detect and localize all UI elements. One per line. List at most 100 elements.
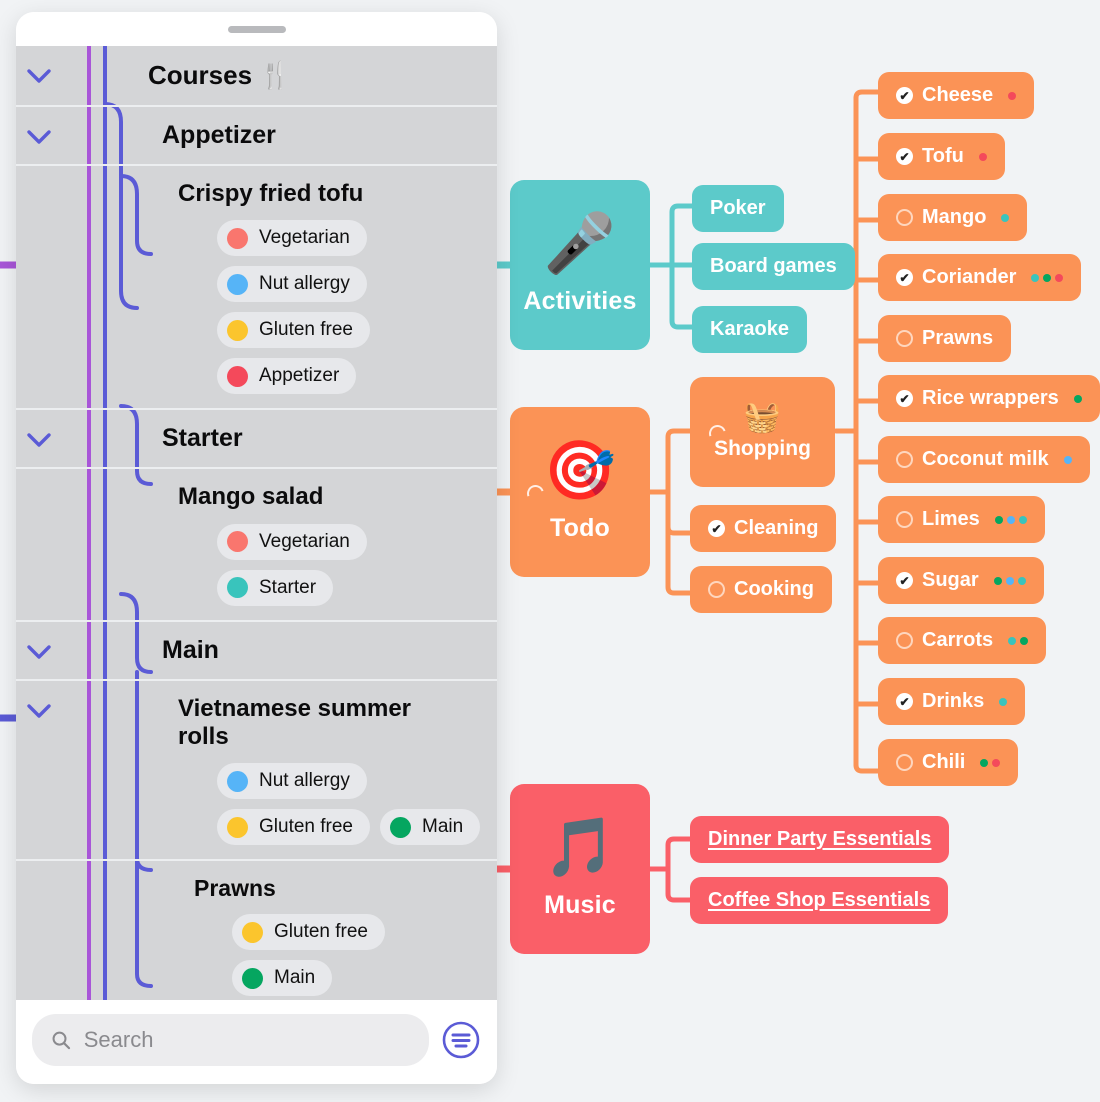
tag-pill[interactable]: Nut allergy [217,763,367,800]
tag-dot [1063,455,1072,464]
shopping-item-sugar[interactable]: ✔ Sugar [878,557,1044,604]
search-input[interactable] [83,1027,411,1053]
outline-row-prawns[interactable]: Prawns Gluten free Main [16,861,497,1000]
shopping-item-tofu[interactable]: ✔ Tofu [878,133,1005,180]
checkbox-unchecked[interactable] [896,209,913,226]
tag-label: Appetizer [259,365,340,387]
outline-row-title: Vietnamese summer rolls [178,694,412,750]
shopping-item-mango[interactable]: Mango [878,194,1028,241]
chevron-down-icon[interactable] [16,410,62,448]
mindmap-node-poker[interactable]: Poker [692,185,784,232]
tag-dots [993,576,1026,585]
filter-icon[interactable] [441,1020,481,1060]
node-label: Poker [710,197,766,219]
mindmap-node-todo[interactable]: 🎯 Todo [510,407,650,577]
tag-label: Vegetarian [259,227,350,249]
mindmap-node-cleaning[interactable]: ✔ Cleaning [690,505,837,552]
mindmap-node-shopping[interactable]: 🧺 Shopping [690,377,835,487]
tag-pill[interactable]: Starter [217,569,334,606]
checkbox-unchecked[interactable] [896,754,913,771]
chevron-down-icon[interactable] [16,46,62,84]
outline-row-courses[interactable]: Courses 🍴 [16,46,497,107]
tag-pill[interactable]: Vegetarian [217,523,367,560]
tag-pill[interactable]: Main [380,809,481,846]
outline-row-title: Appetizer [162,121,276,149]
search-bar[interactable] [16,1000,497,1084]
shopping-item-prawns[interactable]: Prawns [878,315,1012,362]
outline-row-vietnamese-summer-rolls[interactable]: Vietnamese summer rolls Nut allergy Gluten… [16,681,497,862]
checkbox-checked[interactable]: ✔ [896,390,913,407]
chevron-down-icon[interactable] [16,107,62,145]
mindmap-node-karaoke[interactable]: Karaoke [692,306,807,353]
tag-dot [1006,515,1015,524]
tag-color-swatch [227,770,248,792]
checkbox-unchecked[interactable] [896,330,913,347]
tag-dots [999,697,1008,706]
tag-pill[interactable]: Nut allergy [217,266,367,303]
node-label: Cheese [922,84,994,106]
shopping-item-limes[interactable]: Limes [878,496,1045,543]
outline-row-title: Main [162,635,219,664]
tag-dots [1031,273,1064,282]
outline-row-main[interactable]: Main [16,622,497,681]
checkbox-unchecked[interactable] [896,451,913,468]
outline-tree[interactable]: Courses 🍴 Appetizer Crispy fried tofu Veget… [16,46,497,1000]
outline-row-title: Mango salad [178,483,324,511]
checkbox-checked[interactable]: ✔ [896,269,913,286]
search-field[interactable] [32,1014,429,1066]
tag-pill[interactable]: Appetizer [217,358,357,395]
outline-panel[interactable]: Courses 🍴 Appetizer Crispy fried tofu Veget… [16,12,497,1084]
outline-row-title: Prawns [194,875,276,902]
shopping-item-chili[interactable]: Chili [878,739,1019,786]
tag-pill[interactable]: Gluten free [217,312,370,349]
tag-color-swatch [227,273,248,295]
tag-dots [1073,394,1082,403]
tag-pill[interactable]: Main [232,960,333,997]
mindmap-node-board-games[interactable]: Board games [692,243,855,290]
node-link-label[interactable]: Dinner Party Essentials [708,828,931,851]
outline-row-crispy-fried-tofu[interactable]: Crispy fried tofu Vegetarian Nut allergy Gl… [16,166,497,411]
drag-handle[interactable] [227,25,286,33]
tag-pill[interactable]: Vegetarian [217,220,367,257]
outline-row-body: Main [62,622,483,679]
chevron-down-icon[interactable] [16,622,62,660]
outline-row-mango-salad[interactable]: Mango salad Vegetarian Starter [16,469,497,622]
tag-label: Vegetarian [259,530,350,552]
checkbox-unchecked[interactable] [896,511,913,528]
tag-color-swatch [227,365,248,387]
node-label: Todo [549,513,611,542]
node-link-label[interactable]: Coffee Shop Essentials [708,889,930,912]
mindmap-node-activities[interactable]: 🎤 Activities [510,180,650,350]
outline-row-appetizer[interactable]: Appetizer [16,107,497,166]
tag-list: Nut allergy Gluten free Main [62,763,483,846]
shopping-item-drinks[interactable]: ✔ Drinks [878,678,1026,725]
tag-pill[interactable]: Gluten free [232,914,385,951]
shopping-item-cheese[interactable]: ✔ Cheese [878,72,1035,119]
checkbox-checked[interactable]: ✔ [896,87,913,104]
mindmap-node-music[interactable]: 🎵 Music [510,784,650,954]
checkbox-checked[interactable]: ✔ [896,693,913,710]
tag-list: Vegetarian Starter [62,523,483,606]
shopping-item-coconut-milk[interactable]: Coconut milk [878,436,1090,483]
checkbox-checked[interactable]: ✔ [708,520,725,537]
checkbox-unchecked[interactable] [896,632,913,649]
music-note-icon: 🎵 [543,814,617,880]
shopping-item-rice-wrappers[interactable]: ✔ Rice wrappers [878,375,1100,422]
tag-dot [1005,576,1014,585]
mindmap-node-cooking[interactable]: Cooking [690,566,832,613]
tag-pill[interactable]: Gluten free [217,809,370,846]
checkbox-checked[interactable]: ✔ [896,148,913,165]
mindmap-node-dinner-party-essentials[interactable]: Dinner Party Essentials [690,816,950,863]
mindmap-node-coffee-shop-essentials[interactable]: Coffee Shop Essentials [690,877,949,924]
node-label: Board games [710,255,837,277]
tag-dot [978,152,987,161]
tag-label: Main [422,816,464,838]
node-label: Drinks [922,690,985,712]
node-label: Prawns [922,327,994,349]
shopping-item-carrots[interactable]: Carrots [878,617,1047,664]
outline-row-starter[interactable]: Starter [16,410,497,470]
shopping-item-coriander[interactable]: ✔ Coriander [878,254,1082,301]
checkbox-checked[interactable]: ✔ [896,572,913,589]
chevron-down-icon[interactable] [16,681,62,719]
checkbox-unchecked[interactable] [708,581,725,598]
